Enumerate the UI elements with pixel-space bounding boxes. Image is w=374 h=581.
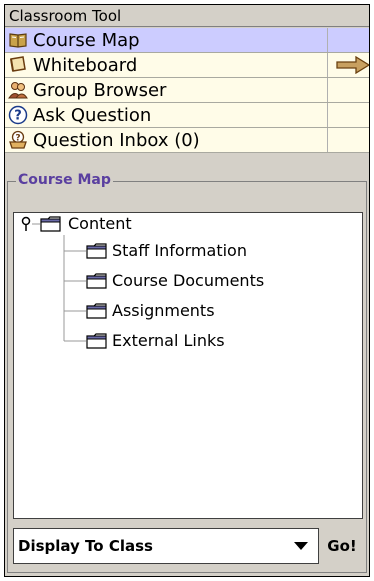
tree-node-external-links[interactable]: External Links (112, 331, 225, 351)
menu-divider (327, 28, 328, 52)
svg-text:?: ? (14, 109, 22, 124)
menu-divider (327, 53, 328, 77)
folder-icon (86, 303, 107, 319)
go-button[interactable]: Go! (321, 528, 363, 564)
display-bar: Display To Class Go! (13, 524, 363, 568)
group-icon (8, 82, 28, 99)
tree-node-course-documents[interactable]: Course Documents (112, 271, 264, 291)
display-select[interactable]: Display To Class (13, 528, 319, 564)
menu-item-group-browser[interactable]: Group Browser (5, 78, 369, 103)
menu-divider (327, 103, 328, 127)
chevron-down-icon (294, 542, 308, 550)
pin-icon[interactable] (20, 216, 32, 232)
menu-item-question-inbox[interactable]: ? Question Inbox (0) (5, 128, 369, 153)
question-icon: ? (8, 105, 28, 125)
menu-item-label: Ask Question (33, 104, 152, 126)
menu-item-label: Group Browser (33, 79, 167, 101)
tree-node-staff-information[interactable]: Staff Information (112, 241, 247, 261)
folder-icon (86, 243, 107, 259)
folder-icon (86, 333, 107, 349)
tool-menu: Course Map Whiteboard Group Browser ? As… (5, 28, 369, 153)
folder-icon (86, 273, 107, 289)
course-map-group: Course Map Content Staff Information Cou… (7, 172, 367, 573)
whiteboard-icon (10, 56, 26, 72)
course-map-tree[interactable]: Content Staff Information Course Documen… (13, 212, 363, 519)
menu-item-label: Question Inbox (0) (33, 129, 200, 151)
inbox-icon: ? (9, 130, 27, 149)
tool-title: Classroom Tool (5, 5, 369, 27)
tree-node-assignments[interactable]: Assignments (112, 301, 215, 321)
menu-item-whiteboard[interactable]: Whiteboard (5, 53, 369, 78)
folder-icon (40, 216, 61, 232)
tree-node-content[interactable]: Content (68, 214, 132, 234)
menu-divider (327, 128, 328, 152)
book-icon (9, 33, 27, 48)
menu-divider (327, 78, 328, 102)
right-arrow-icon[interactable] (336, 56, 370, 74)
menu-item-course-map[interactable]: Course Map (5, 28, 369, 53)
menu-item-label: Whiteboard (33, 54, 138, 76)
classroom-tool-panel: Classroom Tool Course Map Whiteboard Gro… (4, 4, 370, 577)
menu-item-label: Course Map (33, 29, 140, 51)
display-select-value: Display To Class (18, 537, 153, 555)
menu-item-ask-question[interactable]: ? Ask Question (5, 103, 369, 128)
course-map-group-label: Course Map (16, 172, 113, 188)
